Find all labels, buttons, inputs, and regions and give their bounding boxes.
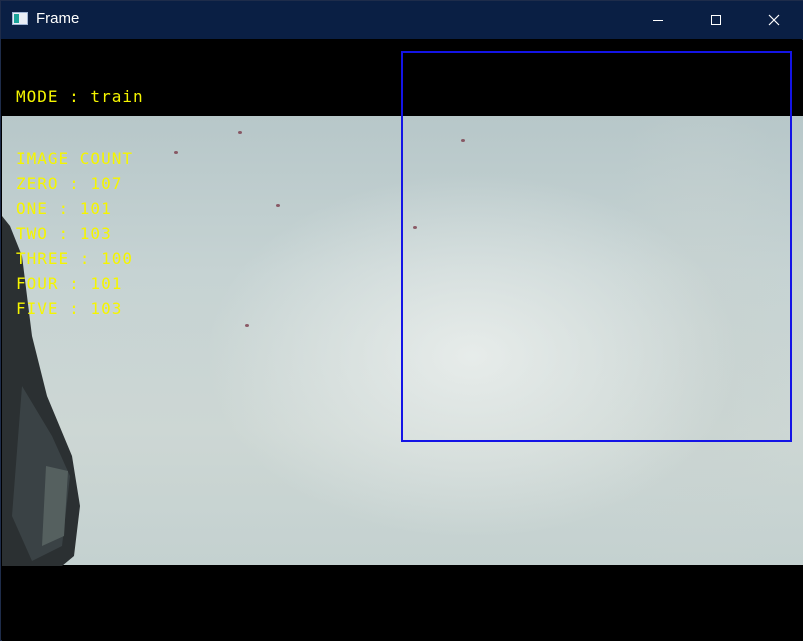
video-frame: MODE : train IMAGE COUNT ZERO : 107 ONE … [2,40,803,641]
count-zero: ZERO : 107 [16,174,123,193]
title-bar[interactable]: Frame [1,1,803,39]
count-four: FOUR : 101 [16,274,123,293]
close-icon [768,14,780,26]
maximize-button[interactable] [687,1,745,39]
count-one: ONE : 101 [16,199,112,218]
mode-label: MODE : train [16,87,144,106]
minimize-icon [653,20,663,21]
count-two: TWO : 103 [16,224,112,243]
close-button[interactable] [745,1,803,39]
wall-speck [174,151,178,154]
count-three: THREE : 100 [16,249,133,268]
person-silhouette [2,216,80,566]
wall-speck [276,204,280,207]
wall-speck [238,131,242,134]
maximize-icon [711,15,721,25]
region-of-interest-box [401,51,792,442]
count-five: FIVE : 103 [16,299,123,318]
minimize-button[interactable] [629,1,687,39]
image-count-heading: IMAGE COUNT [16,149,133,168]
window-title: Frame [36,10,80,27]
wall-speck [245,324,249,327]
app-window-icon [12,12,28,25]
app-window: Frame MODE: train IMAGE COUNT ZERO: 10… [0,0,803,641]
